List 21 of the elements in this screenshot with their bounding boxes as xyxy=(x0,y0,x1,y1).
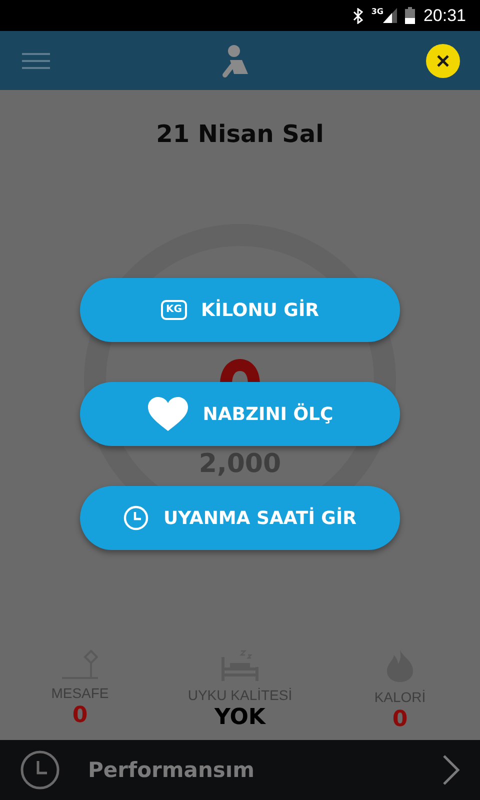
date-title: 21 Nisan Sal xyxy=(156,120,324,148)
close-button[interactable] xyxy=(426,44,460,78)
action-button[interactable]: KG KİLONU GİR xyxy=(80,278,400,342)
chevron-right-icon xyxy=(442,754,460,786)
performance-label: Performansım xyxy=(88,758,256,782)
performance-bar[interactable]: Performansım xyxy=(0,740,480,800)
heart-icon xyxy=(146,396,189,432)
clock-icon xyxy=(123,505,150,531)
weight-icon: KG xyxy=(160,300,187,320)
stat-value: 0 xyxy=(392,707,408,732)
stat-value: 0 xyxy=(72,703,88,728)
clock-icon xyxy=(20,750,60,790)
close-icon xyxy=(437,54,449,66)
battery-icon xyxy=(405,7,416,24)
bluetooth-icon xyxy=(353,8,364,24)
signal-icon xyxy=(383,8,398,23)
stat-value: YOK xyxy=(214,705,266,730)
action-button[interactable]: UYANMA SAATİ GİR xyxy=(80,486,400,550)
clock-time: 20:31 xyxy=(423,6,466,26)
action-button[interactable]: NABZINI ÖLÇ xyxy=(80,382,400,446)
network-type: 3G xyxy=(371,7,384,16)
